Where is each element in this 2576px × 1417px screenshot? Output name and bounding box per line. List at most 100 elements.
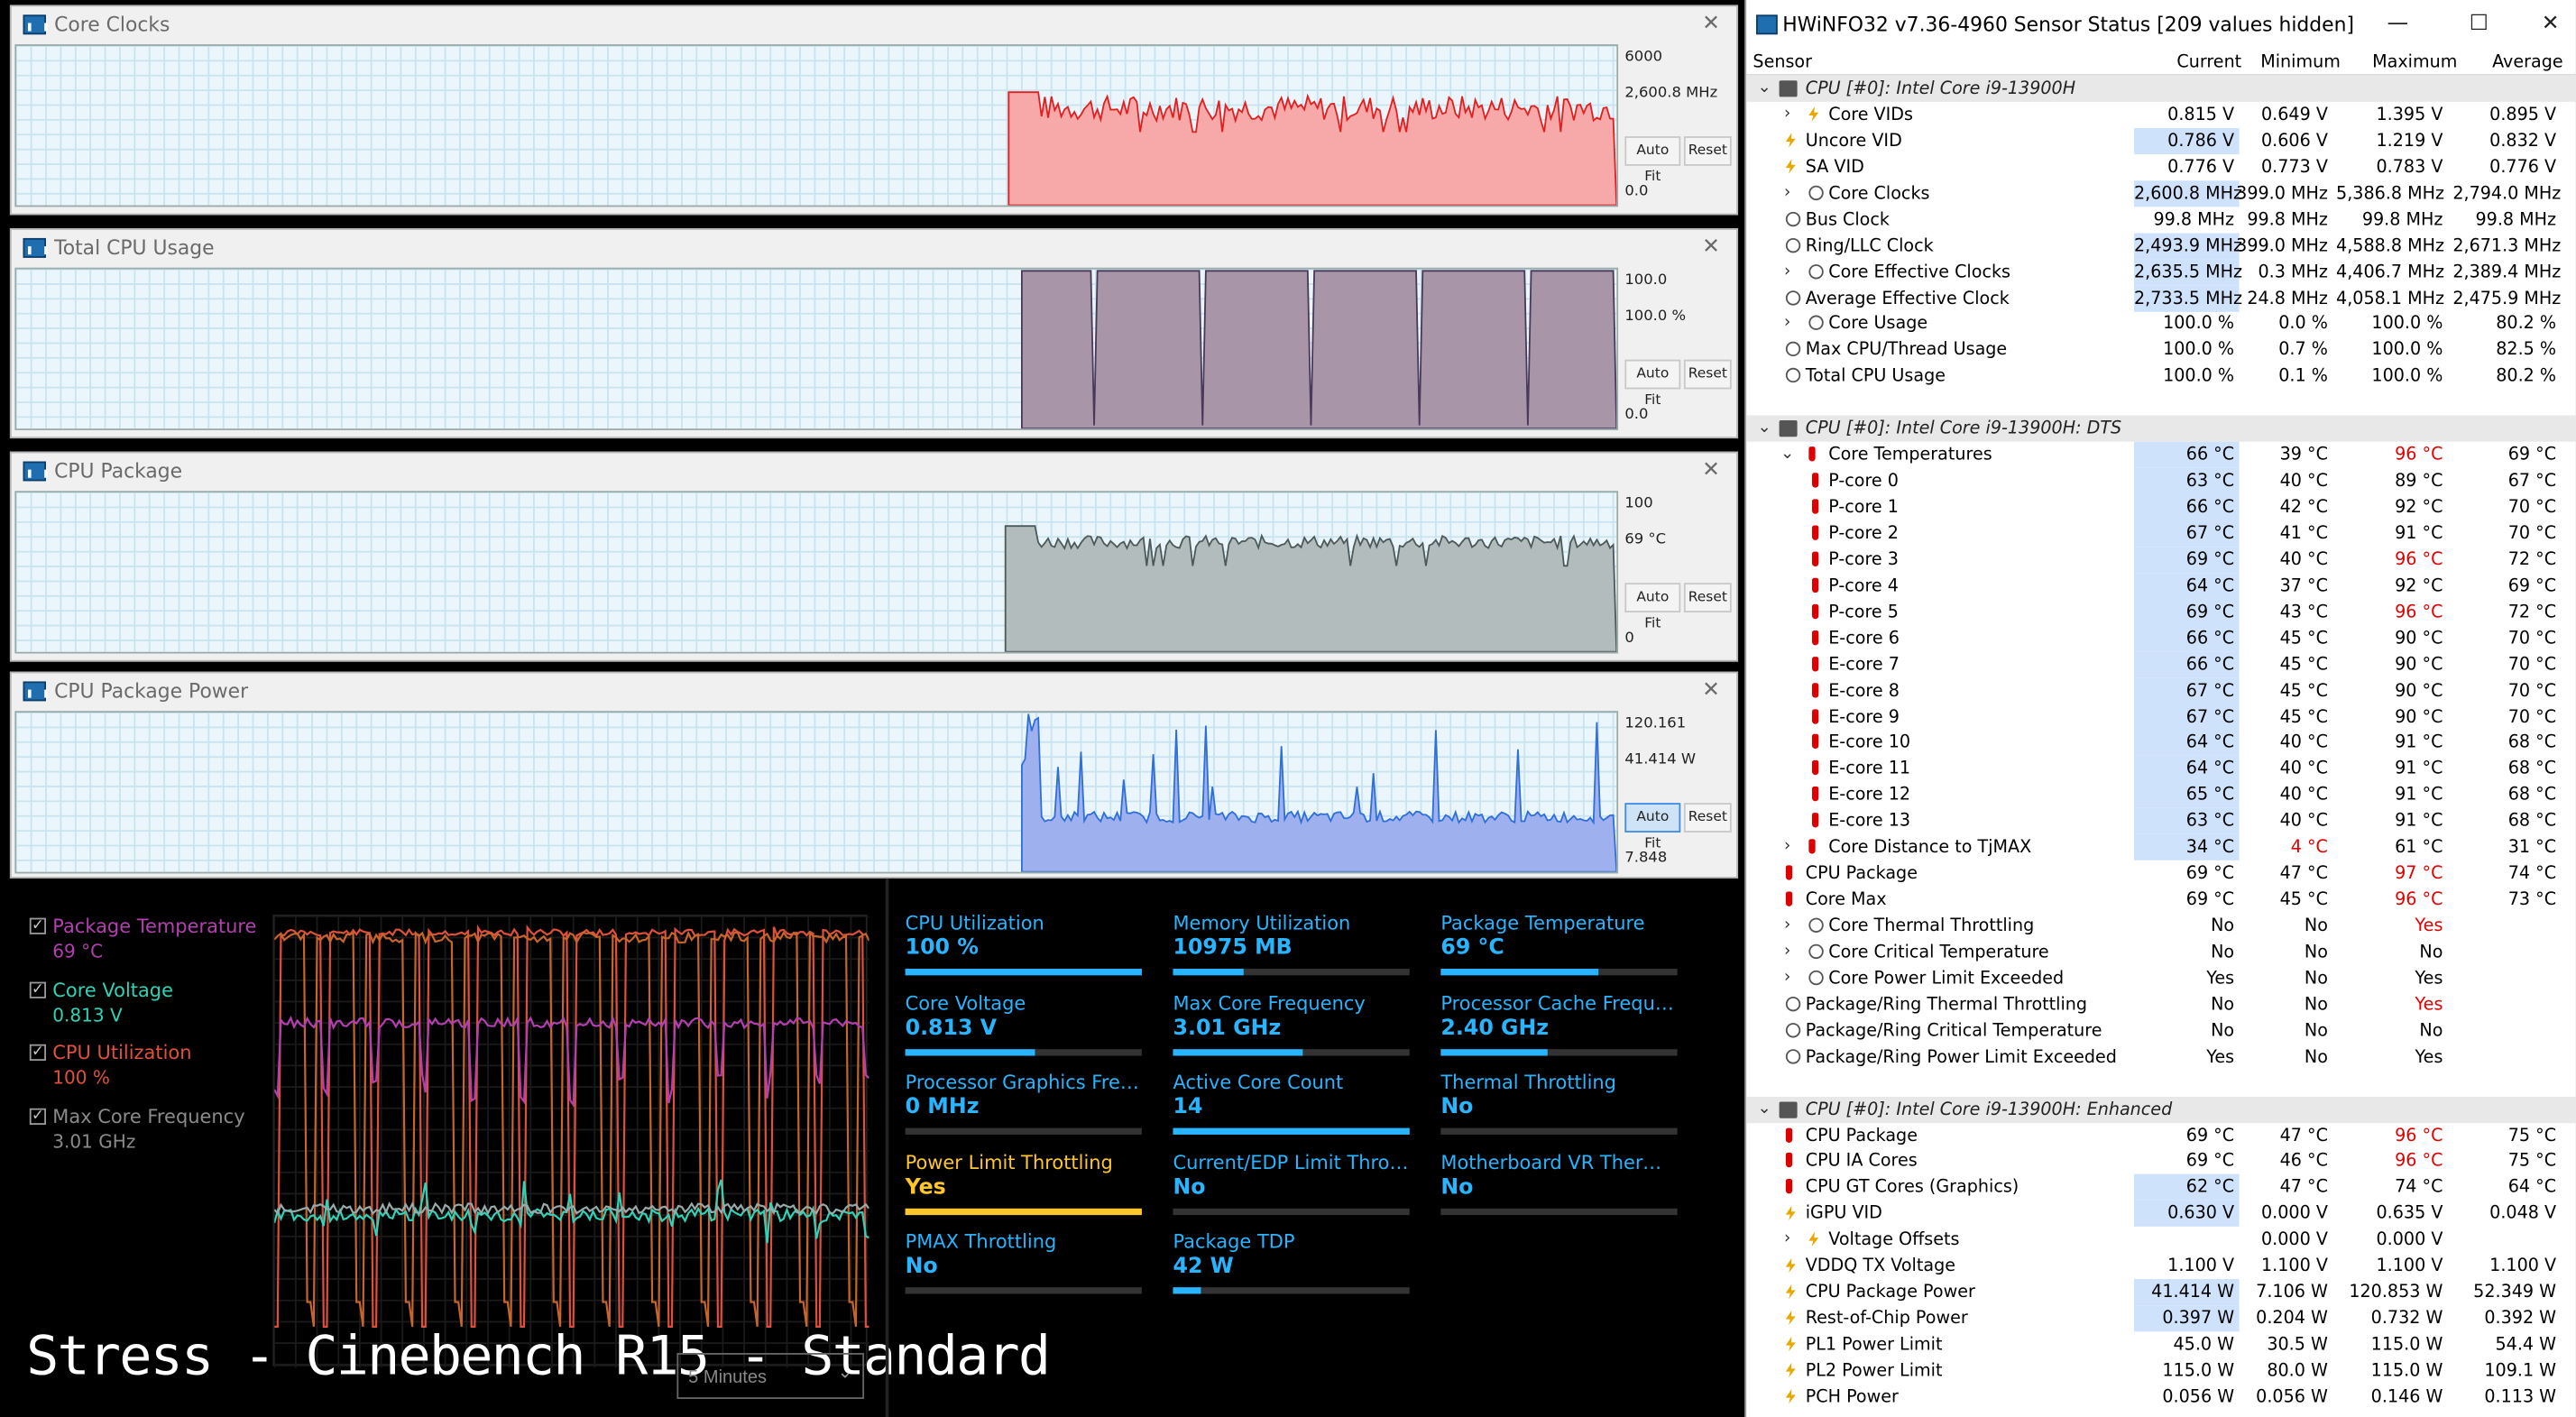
sensor-row[interactable]: Uncore VID 0.786 V 0.606 V 1.219 V 0.832 V — [1746, 127, 2576, 154]
expand-icon[interactable]: › — [1780, 102, 1796, 128]
sensor-group[interactable]: ⌄ CPU [#0]: Intel Core i9-13900H: Enhance… — [1746, 1096, 2576, 1123]
sensor-group[interactable]: ⌄ CPU [#0]: Intel Core i9-13900H — [1746, 75, 2576, 102]
checkbox-icon[interactable]: ✓ — [29, 917, 46, 934]
minimize-icon[interactable]: — — [2387, 0, 2408, 50]
sensor-row[interactable] — [1746, 390, 2576, 416]
expand-icon[interactable]: › — [1780, 834, 1796, 860]
col-sensor[interactable]: Sensor — [1753, 52, 1812, 72]
sensor-row[interactable]: › Voltage Offsets 0.000 V 0.000 V — [1746, 1227, 2576, 1253]
sensor-row[interactable]: Bus Clock 99.8 MHz 99.8 MHz 99.8 MHz 99.8 MH… — [1746, 207, 2576, 233]
sensor-row[interactable]: › Core Thermal Throttling No No Yes — [1746, 913, 2576, 939]
auto-fit-button[interactable]: Auto Fit — [1624, 803, 1681, 852]
sensor-row[interactable]: E-core 9 67 °C 45 °C 90 °C 70 °C — [1746, 704, 2576, 731]
legend-name: CPU Utilization — [52, 1041, 192, 1064]
sensor-row[interactable]: CPU Package Power 41.414 W 7.106 W 120.853 … — [1746, 1279, 2576, 1306]
sensor-row[interactable]: PL1 Power Limit 45.0 W 30.5 W 115.0 W 54.4 W — [1746, 1331, 2576, 1357]
sensor-row[interactable]: E-core 10 64 °C 40 °C 91 °C 68 °C — [1746, 730, 2576, 757]
sensor-row[interactable]: › Core Usage 100.0 % 0.0 % 100.0 % 80.2 % — [1746, 311, 2576, 337]
collapse-icon[interactable]: ⌄ — [1756, 416, 1772, 442]
checkbox-icon[interactable]: ✓ — [29, 980, 46, 998]
stat-value: 10975 MB — [1173, 935, 1293, 961]
legend-item[interactable]: ✓ Package Temperature 69 °C — [29, 915, 260, 978]
sensor-row[interactable]: PCH Power 0.056 W 0.056 W 0.146 W 0.113 W — [1746, 1384, 2576, 1410]
sensor-row[interactable]: CPU IA Cores 69 °C 46 °C 96 °C 75 °C — [1746, 1148, 2576, 1174]
duration-dropdown[interactable]: 5 Minutes — [676, 1353, 865, 1399]
checkbox-icon[interactable]: ✓ — [29, 1044, 46, 1061]
sensor-row[interactable]: SA VID 0.776 V 0.773 V 0.783 V 0.776 V — [1746, 154, 2576, 180]
maximize-icon[interactable]: ☐ — [2470, 0, 2489, 50]
sensor-row[interactable]: E-core 13 63 °C 40 °C 91 °C 68 °C — [1746, 808, 2576, 835]
col-maximum[interactable]: Maximum — [2372, 52, 2457, 72]
sensor-row[interactable]: iGPU VID 0.630 V 0.000 V 0.635 V 0.048 V — [1746, 1201, 2576, 1228]
sensor-row[interactable]: E-core 6 66 °C 45 °C 90 °C 70 °C — [1746, 625, 2576, 652]
expand-icon[interactable]: › — [1780, 913, 1796, 939]
expand-icon[interactable]: ⌄ — [1780, 442, 1796, 468]
sensor-row[interactable]: CPU Package 69 °C 47 °C 97 °C 74 °C — [1746, 860, 2576, 887]
sensor-row[interactable]: PL2 Power Limit 115.0 W 80.0 W 115.0 W 109.1… — [1746, 1357, 2576, 1384]
reset-button[interactable]: Reset — [1683, 803, 1732, 833]
sensor-row[interactable]: Package/Ring Critical Temperature No No No — [1746, 1017, 2576, 1044]
expand-icon[interactable]: › — [1780, 180, 1796, 207]
sensor-row[interactable]: Average Effective Clock 2,733.5 MHz 24.8 M… — [1746, 284, 2576, 311]
sensor-row[interactable]: › Core Distance to TjMAX 34 °C 4 °C 61 °C 31 … — [1746, 834, 2576, 861]
average-value: 69 °C — [2507, 575, 2557, 596]
sensor-group[interactable]: ⌄ CPU [#0]: Intel Core i9-13900H: DTS — [1746, 415, 2576, 442]
sensor-row[interactable]: E-core 11 64 °C 40 °C 91 °C 68 °C — [1746, 756, 2576, 783]
sensor-row[interactable]: P-core 1 66 °C 42 °C 92 °C 70 °C — [1746, 493, 2576, 521]
sensor-row[interactable]: Total CPU Usage 100.0 % 0.1 % 100.0 % 80.2 % — [1746, 363, 2576, 390]
sensor-row[interactable]: E-core 8 67 °C 45 °C 90 °C 70 °C — [1746, 677, 2576, 704]
expand-icon[interactable]: › — [1780, 259, 1796, 285]
reset-button[interactable]: Reset — [1683, 583, 1732, 613]
sensor-row[interactable]: P-core 4 64 °C 37 °C 92 °C 69 °C — [1746, 572, 2576, 600]
col-current[interactable]: Current — [2176, 52, 2241, 72]
sensor-row[interactable]: ⌄ Core Temperatures 66 °C 39 °C 96 °C 69 °C — [1746, 441, 2576, 469]
close-icon[interactable]: ✕ — [1702, 678, 1720, 704]
expand-icon[interactable]: › — [1780, 311, 1796, 337]
col-average[interactable]: Average — [2492, 52, 2563, 72]
sensor-row[interactable]: Rest-of-Chip Power 0.397 W 0.204 W 0.732 W 0… — [1746, 1305, 2576, 1332]
sensor-row[interactable]: › Core VIDs 0.815 V 0.649 V 1.395 V 0.895 V — [1746, 102, 2576, 128]
legend-item[interactable]: ✓ CPU Utilization 100 % — [29, 1041, 260, 1104]
legend-item[interactable]: ✓ Max Core Frequency 3.01 GHz — [29, 1104, 260, 1167]
sensor-row[interactable]: P-core 0 63 °C 40 °C 89 °C 67 °C — [1746, 467, 2576, 495]
close-icon[interactable]: ✕ — [1702, 12, 1720, 38]
sensor-row[interactable]: P-core 3 69 °C 40 °C 96 °C 72 °C — [1746, 546, 2576, 574]
reset-button[interactable]: Reset — [1683, 359, 1732, 390]
sensor-row[interactable]: E-core 12 65 °C 40 °C 91 °C 68 °C — [1746, 782, 2576, 809]
sensor-row[interactable]: E-core 7 66 °C 45 °C 90 °C 70 °C — [1746, 651, 2576, 678]
clock-icon — [1808, 917, 1824, 933]
close-icon[interactable]: ✕ — [1702, 235, 1720, 261]
expand-icon[interactable]: › — [1780, 1227, 1796, 1253]
col-minimum[interactable]: Minimum — [2260, 52, 2341, 72]
close-icon[interactable]: ✕ — [1702, 458, 1720, 484]
collapse-icon[interactable]: ⌄ — [1756, 1096, 1772, 1122]
sensor-row[interactable]: Ring/LLC Clock 2,493.9 MHz 399.0 MHz 4,588.… — [1746, 232, 2576, 259]
sensor-row[interactable]: Core Max 69 °C 45 °C 96 °C 73 °C — [1746, 887, 2576, 913]
sensor-row[interactable]: › Core Effective Clocks 2,635.5 MHz 0.3 MHz… — [1746, 258, 2576, 285]
auto-fit-button[interactable]: Auto Fit — [1624, 583, 1681, 632]
sensor-row[interactable]: CPU Package 69 °C 47 °C 96 °C 75 °C — [1746, 1122, 2576, 1148]
expand-icon[interactable]: › — [1780, 965, 1796, 991]
sensor-row[interactable]: CPU GT Cores (Graphics) 62 °C 47 °C 74 °C 64… — [1746, 1174, 2576, 1201]
auto-fit-button[interactable]: Auto Fit — [1624, 136, 1681, 186]
sensor-row[interactable]: › Core Clocks 2,600.8 MHz 399.0 MHz 5,386.8 … — [1746, 179, 2576, 207]
sensor-row[interactable]: P-core 2 67 °C 41 °C 91 °C 70 °C — [1746, 520, 2576, 547]
legend-item[interactable]: ✓ Core Voltage 0.813 V — [29, 978, 260, 1041]
average-value: 70 °C — [2507, 523, 2557, 544]
checkbox-icon[interactable]: ✓ — [29, 1107, 46, 1125]
collapse-icon[interactable]: ⌄ — [1756, 76, 1772, 102]
reset-button[interactable]: Reset — [1683, 136, 1732, 166]
average-value: 68 °C — [2507, 785, 2557, 805]
sensor-row[interactable] — [1746, 1070, 2576, 1096]
sensor-row[interactable]: Max CPU/Thread Usage 100.0 % 0.7 % 100.0 % 8… — [1746, 337, 2576, 363]
sensor-row[interactable]: VDDQ TX Voltage 1.100 V 1.100 V 1.100 V 1.10… — [1746, 1253, 2576, 1279]
sensor-row[interactable]: Package/Ring Power Limit Exceeded Yes No Ye… — [1746, 1044, 2576, 1070]
expand-icon[interactable]: › — [1780, 939, 1796, 965]
sensor-row[interactable]: Package/Ring Thermal Throttling No No Yes — [1746, 991, 2576, 1017]
close-icon[interactable]: ✕ — [2542, 0, 2560, 50]
sensor-row[interactable]: › Core Power Limit Exceeded Yes No Yes — [1746, 965, 2576, 991]
average-value: 74 °C — [2507, 863, 2557, 884]
auto-fit-button[interactable]: Auto Fit — [1624, 359, 1681, 409]
sensor-row[interactable]: P-core 5 69 °C 43 °C 96 °C 72 °C — [1746, 598, 2576, 626]
sensor-row[interactable]: › Core Critical Temperature No No No — [1746, 939, 2576, 965]
